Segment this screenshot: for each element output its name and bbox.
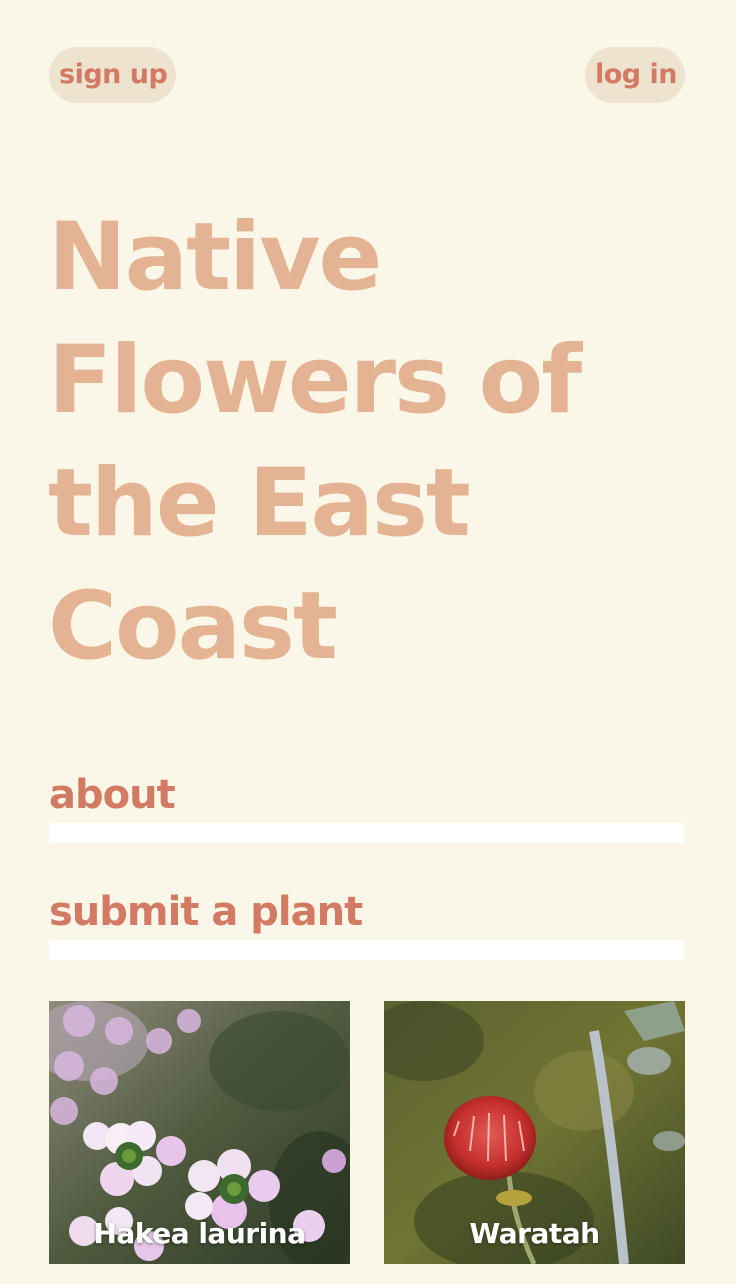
plant-card-caption: Hakea laurina — [93, 1217, 307, 1250]
about-underline — [49, 823, 684, 843]
plant-card-caption: Waratah — [469, 1217, 600, 1250]
page-title-line: the East — [48, 449, 471, 558]
page-title-line: Flowers of — [48, 326, 582, 435]
plant-card-hakea-laurina[interactable]: Hakea laurina — [49, 1001, 350, 1264]
sign-up-button[interactable]: sign up — [49, 47, 176, 103]
log-in-button[interactable]: log in — [585, 47, 685, 103]
about-link[interactable]: about — [49, 770, 176, 820]
plant-card-waratah[interactable]: Waratah — [384, 1001, 685, 1264]
submit-underline — [49, 940, 684, 960]
page-title: Native Flowers of the East Coast — [48, 196, 608, 688]
page-title-line: Native — [48, 203, 382, 312]
submit-plant-link[interactable]: submit a plant — [49, 887, 363, 937]
page-title-line: Coast — [48, 572, 338, 681]
